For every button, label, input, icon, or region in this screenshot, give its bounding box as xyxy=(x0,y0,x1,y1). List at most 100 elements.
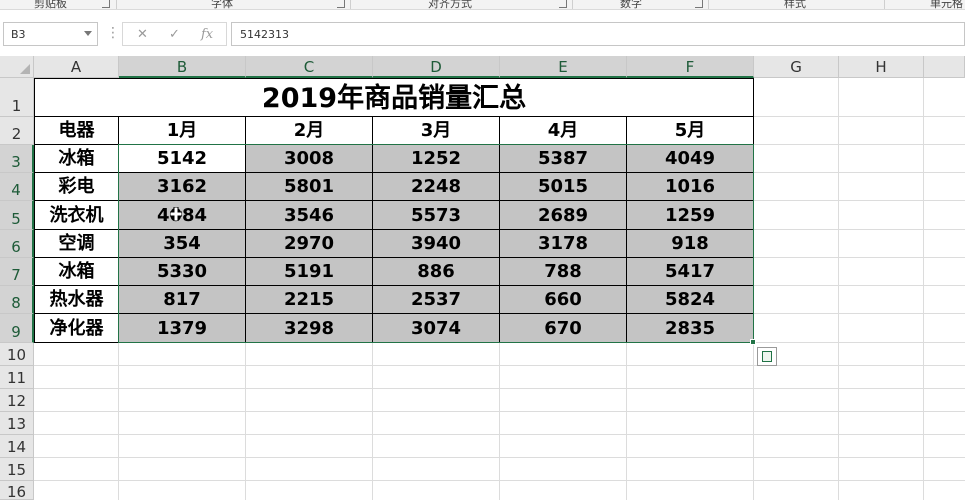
header-cell[interactable]: 1月 xyxy=(119,117,246,145)
column-header-g[interactable]: G xyxy=(754,56,839,78)
header-cell[interactable]: 2月 xyxy=(246,117,373,145)
ribbon-separator xyxy=(116,0,117,9)
table-cell-label[interactable]: 热水器 xyxy=(34,286,119,314)
row-header-3[interactable]: 3 xyxy=(0,145,34,173)
table-cell[interactable]: 5387 xyxy=(500,145,627,173)
row-header-5[interactable]: 5 xyxy=(0,201,34,230)
table-cell[interactable]: 2215 xyxy=(246,286,373,314)
table-cell[interactable]: 3546 xyxy=(246,201,373,230)
gridline xyxy=(34,457,965,458)
table-cell[interactable]: 2970 xyxy=(246,230,373,258)
table-cell[interactable]: 5330 xyxy=(119,258,246,286)
table-cell[interactable]: 5573 xyxy=(373,201,500,230)
table-cell[interactable]: 886 xyxy=(373,258,500,286)
table-cell[interactable]: 5801 xyxy=(246,173,373,201)
gridline xyxy=(34,434,965,435)
table-cell[interactable]: 5417 xyxy=(627,258,754,286)
active-cell[interactable]: 5142 xyxy=(119,145,246,173)
cancel-icon[interactable]: ✕ xyxy=(137,27,148,42)
table-cell[interactable]: 1379 xyxy=(119,314,246,343)
table-cell[interactable]: 1252 xyxy=(373,145,500,173)
table-cell[interactable]: 354 xyxy=(119,230,246,258)
table-cell-label[interactable]: 彩电 xyxy=(34,173,119,201)
ribbon-group-number[interactable]: 数字 xyxy=(620,0,642,9)
table-cell[interactable]: 2835 xyxy=(627,314,754,343)
column-header-f[interactable]: F xyxy=(627,56,754,78)
ribbon-group-styles[interactable]: 样式 xyxy=(784,0,806,9)
column-header-next[interactable] xyxy=(924,56,965,78)
table-cell[interactable]: 4049 xyxy=(627,145,754,173)
column-header-d[interactable]: D xyxy=(373,56,500,78)
table-cell[interactable]: 3074 xyxy=(373,314,500,343)
header-cell[interactable]: 3月 xyxy=(373,117,500,145)
table-cell[interactable]: 1259 xyxy=(627,201,754,230)
row-header-10[interactable]: 10 xyxy=(0,343,34,366)
column-header-c[interactable]: C xyxy=(246,56,373,78)
column-header-b[interactable]: B xyxy=(119,56,246,78)
table-cell[interactable]: 3298 xyxy=(246,314,373,343)
row-header-4[interactable]: 4 xyxy=(0,173,34,201)
table-cell[interactable]: 788 xyxy=(500,258,627,286)
row-header-1[interactable]: 1 xyxy=(0,78,34,117)
row-header-9[interactable]: 9 xyxy=(0,314,34,343)
ribbon-group-alignment[interactable]: 对齐方式 xyxy=(428,0,472,9)
ribbon-group-clipboard[interactable]: 剪贴板 xyxy=(34,0,67,9)
clipboard-launcher-icon[interactable] xyxy=(102,0,110,8)
table-cell[interactable]: 918 xyxy=(627,230,754,258)
header-cell[interactable]: 5月 xyxy=(627,117,754,145)
table-cell-label[interactable]: 洗衣机 xyxy=(34,201,119,230)
gridline xyxy=(923,78,924,500)
column-header-a[interactable]: A xyxy=(34,56,119,78)
table-cell-label[interactable]: 空调 xyxy=(34,230,119,258)
table-cell[interactable]: 660 xyxy=(500,286,627,314)
table-title[interactable]: 2019年商品销量汇总 xyxy=(34,78,754,117)
table-cell-label[interactable]: 净化器 xyxy=(34,314,119,343)
row-header-8[interactable]: 8 xyxy=(0,286,34,314)
fill-handle[interactable] xyxy=(750,339,756,345)
table-cell[interactable]: 1016 xyxy=(627,173,754,201)
alignment-launcher-icon[interactable] xyxy=(559,0,567,8)
row-header-6[interactable]: 6 xyxy=(0,230,34,258)
header-cell[interactable]: 4月 xyxy=(500,117,627,145)
row-header-15[interactable]: 15 xyxy=(0,458,34,481)
more-options-icon[interactable]: ⋮ xyxy=(106,25,120,41)
row-header-16[interactable]: 16 xyxy=(0,481,34,501)
column-header-h[interactable]: H xyxy=(839,56,924,78)
row-header-7[interactable]: 7 xyxy=(0,258,34,286)
table-cell[interactable]: 3008 xyxy=(246,145,373,173)
table-cell[interactable]: 2537 xyxy=(373,286,500,314)
number-launcher-icon[interactable] xyxy=(695,0,703,8)
formula-input[interactable]: 5142313 xyxy=(231,22,965,46)
table-cell[interactable]: 2689 xyxy=(500,201,627,230)
table-cell[interactable]: 2248 xyxy=(373,173,500,201)
ribbon-group-cells[interactable]: 单元格 xyxy=(930,0,963,9)
enter-icon[interactable]: ✓ xyxy=(169,27,180,42)
ribbon-group-font[interactable]: 字体 xyxy=(211,0,233,9)
table-cell[interactable]: 817 xyxy=(119,286,246,314)
table-cell[interactable]: 5191 xyxy=(246,258,373,286)
table-cell[interactable]: 5015 xyxy=(500,173,627,201)
table-cell[interactable]: 3178 xyxy=(500,230,627,258)
column-header-e[interactable]: E xyxy=(500,56,627,78)
row-header-2[interactable]: 2 xyxy=(0,117,34,145)
header-cell[interactable]: 电器 xyxy=(34,117,119,145)
row-header-14[interactable]: 14 xyxy=(0,435,34,458)
table-cell[interactable]: 5824 xyxy=(627,286,754,314)
gridline xyxy=(34,365,965,366)
row-header-11[interactable]: 11 xyxy=(0,366,34,389)
row-header-12[interactable]: 12 xyxy=(0,389,34,412)
chevron-down-icon[interactable] xyxy=(84,31,92,36)
font-launcher-icon[interactable] xyxy=(337,0,345,8)
table-cell[interactable]: 3940 xyxy=(373,230,500,258)
row-header-13[interactable]: 13 xyxy=(0,412,34,435)
table-cell[interactable]: 4084 xyxy=(119,201,246,230)
table-cell[interactable]: 3162 xyxy=(119,173,246,201)
table-cell-label[interactable]: 冰箱 xyxy=(34,258,119,286)
select-all-triangle-icon xyxy=(20,64,30,74)
table-cell-label[interactable]: 冰箱 xyxy=(34,145,119,173)
table-cell[interactable]: 670 xyxy=(500,314,627,343)
function-icon[interactable]: fx xyxy=(201,27,213,42)
gridline xyxy=(34,388,965,389)
ribbon-separator xyxy=(572,0,573,9)
quick-analysis-icon xyxy=(762,351,772,362)
